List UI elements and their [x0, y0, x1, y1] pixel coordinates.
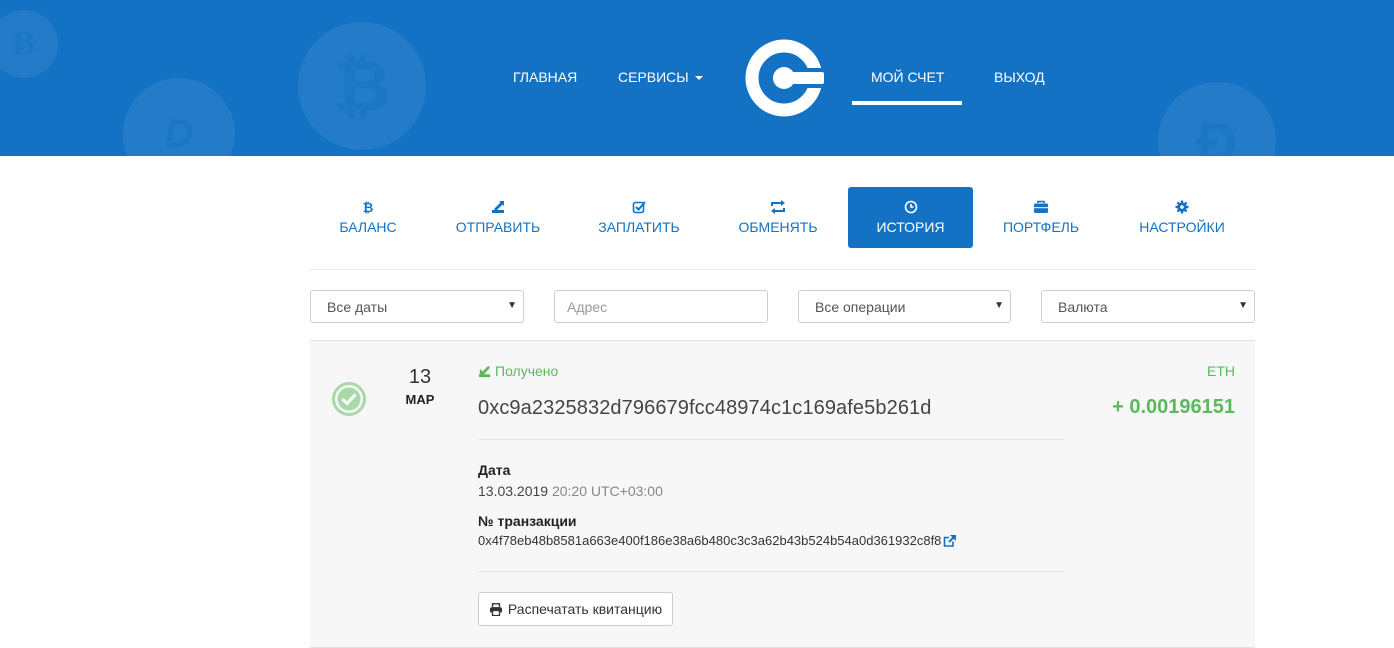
dates-filter-value: Все даты: [327, 298, 388, 315]
transaction-address: 0xc9a2325832d796679fcc48974c1c169afe5b26…: [478, 397, 932, 419]
transaction-day: 13: [408, 366, 432, 388]
send-icon: [492, 201, 504, 213]
external-link-icon: [944, 535, 957, 547]
briefcase-icon: [1034, 200, 1048, 213]
nav-services-label: СЕРВИСЫ: [618, 69, 689, 85]
tx-hash-text: 0x4f78eb48b8581a663e400f186e38a6b480c3c3…: [478, 533, 942, 548]
tab-label: ОТПРАВИТЬ: [455, 219, 541, 235]
currency-filter-value: Валюта: [1058, 298, 1108, 315]
tab-history[interactable]: ИСТОРИЯ: [848, 187, 973, 248]
tab-settings[interactable]: НАСТРОЙКИ: [1134, 187, 1230, 248]
account-tabs: ₿ БАЛАНС ОТПРАВИТЬ ЗАПЛАТИТЬ ОБМЕНЯТЬ ИС…: [310, 187, 1255, 249]
bitcoin-icon: ₿: [363, 201, 374, 214]
transaction-amount: + 0.00196151: [1112, 396, 1235, 418]
gear-icon: [1175, 200, 1189, 214]
nav-active-underline: [852, 101, 962, 105]
select-caret-icon: ▼: [994, 300, 1004, 311]
tab-label: ОБМЕНЯТЬ: [738, 219, 818, 235]
date-label: Дата: [478, 462, 511, 478]
select-caret-icon: ▼: [507, 300, 517, 311]
date-text: 13.03.2019: [478, 483, 549, 499]
background-coin-b-icon: Ƀ: [0, 10, 58, 78]
svg-text:₿: ₿: [363, 201, 374, 214]
print-receipt-button[interactable]: Распечатать квитанцию: [478, 592, 673, 626]
details-divider: [478, 439, 1064, 440]
tab-label: НАСТРОЙКИ: [1139, 219, 1225, 235]
tab-label: ИСТОРИЯ: [876, 219, 945, 235]
tab-exchange[interactable]: ОБМЕНЯТЬ: [730, 187, 826, 248]
date-value: 13.03.2019 20:20 UTC+03:00: [478, 483, 663, 499]
tx-hash-link[interactable]: 0x4f78eb48b8581a663e400f186e38a6b480c3c3…: [478, 533, 957, 548]
tx-label: № транзакции: [478, 513, 577, 529]
tab-send[interactable]: ОТПРАВИТЬ: [448, 187, 548, 248]
status-label: Получено: [495, 363, 559, 379]
dates-filter-select[interactable]: Все даты ▼: [310, 290, 524, 323]
currency-filter-select[interactable]: Валюта ▼: [1041, 290, 1255, 323]
clock-icon: [904, 200, 917, 214]
background-dash-icon: D: [123, 78, 235, 156]
success-check-icon: [332, 382, 366, 416]
background-dogecoin-icon: Đ: [1158, 82, 1276, 156]
tab-label: БАЛАНС: [339, 219, 397, 235]
details-divider: [478, 571, 1064, 572]
address-placeholder: Адрес: [567, 298, 608, 315]
printer-icon: [489, 602, 502, 616]
tab-balance[interactable]: ₿ БАЛАНС: [326, 187, 410, 248]
tab-portfolio[interactable]: ПОРТФЕЛЬ: [998, 187, 1084, 248]
transaction-currency: ETH: [1207, 363, 1235, 379]
background-bitcoin-icon: ₿: [298, 22, 426, 150]
transaction-card[interactable]: 13 МАР Получено 0xc9a2325832d796679fcc48…: [310, 340, 1255, 648]
caret-down-icon: [694, 76, 703, 81]
operations-filter-value: Все операции: [815, 298, 906, 315]
address-search-input[interactable]: Адрес: [554, 290, 768, 323]
time-text: 20:20 UTC+03:00: [551, 483, 663, 499]
transaction-status: Получено: [478, 363, 558, 379]
exchange-icon: [771, 200, 785, 214]
print-button-label: Распечатать квитанцию: [507, 601, 663, 617]
received-icon: [478, 365, 491, 377]
nav-services[interactable]: СЕРВИСЫ: [618, 69, 703, 85]
nav-logout[interactable]: ВЫХОД: [994, 69, 1045, 85]
tab-label: ПОРТФЕЛЬ: [1002, 219, 1080, 235]
top-header: Ƀ ₿ D Đ ГЛАВНАЯ СЕРВИСЫ МОЙ СЧЕТ ВЫХОД: [0, 0, 1394, 156]
tabs-divider: [310, 269, 1255, 270]
pay-check-icon: [632, 201, 646, 214]
logo[interactable]: [742, 36, 826, 120]
tab-pay[interactable]: ЗАПЛАТИТЬ: [590, 187, 688, 248]
nav-my-account[interactable]: МОЙ СЧЕТ: [871, 69, 944, 85]
operations-filter-select[interactable]: Все операции ▼: [798, 290, 1011, 323]
select-caret-icon: ▼: [1238, 300, 1248, 311]
tab-label: ЗАПЛАТИТЬ: [598, 219, 680, 235]
transaction-month: МАР: [405, 392, 435, 407]
nav-home[interactable]: ГЛАВНАЯ: [513, 69, 577, 85]
